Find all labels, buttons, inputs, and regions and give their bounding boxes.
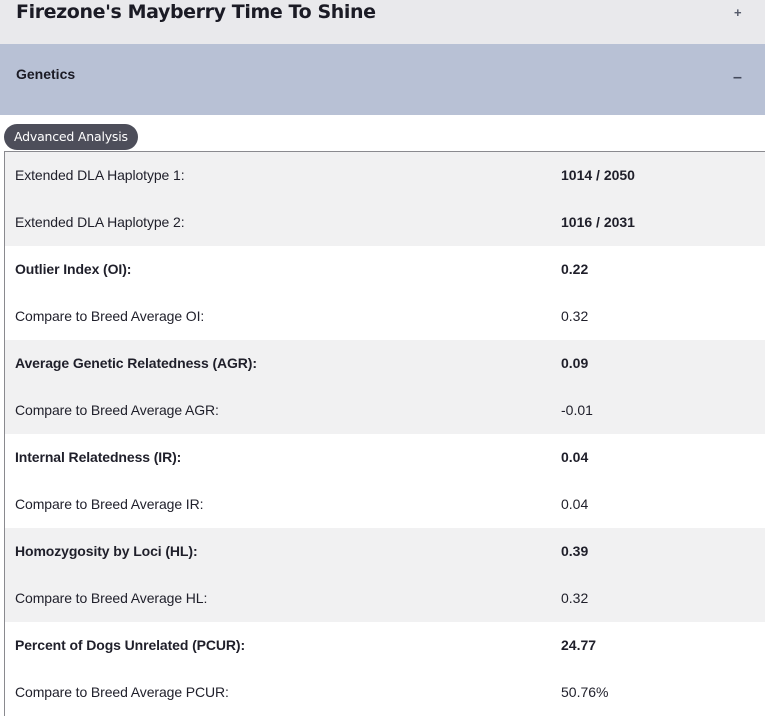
table-row: Compare to Breed Average IR: 0.04 xyxy=(5,481,765,528)
row-value: 0.04 xyxy=(561,449,589,465)
row-value: 0.09 xyxy=(561,355,589,371)
row-value: 1016 / 2031 xyxy=(561,214,635,230)
row-label: Compare to Breed Average IR: xyxy=(15,496,204,512)
row-label: Average Genetic Relatedness (AGR): xyxy=(15,355,257,371)
table-row: Percent of Dogs Unrelated (PCUR): 24.77 xyxy=(5,622,765,669)
row-value: -0.01 xyxy=(561,402,593,418)
expand-icon[interactable]: + xyxy=(734,5,742,20)
table-row: Outlier Index (OI): 0.22 xyxy=(5,246,765,293)
table-row: Compare to Breed Average HL: 0.32 xyxy=(5,575,765,622)
row-label: Homozygosity by Loci (HL): xyxy=(15,543,198,559)
collapse-icon[interactable]: – xyxy=(733,69,742,87)
table-row: Compare to Breed Average PCUR: 50.76% xyxy=(5,669,765,716)
table-row: Extended DLA Haplotype 2: 1016 / 2031 xyxy=(5,199,765,246)
row-label: Compare to Breed Average HL: xyxy=(15,590,208,606)
row-value: 0.04 xyxy=(561,496,589,512)
genetics-table: Extended DLA Haplotype 1: 1014 / 2050 Ex… xyxy=(4,151,765,716)
row-value: 1014 / 2050 xyxy=(561,167,635,183)
genetics-section-header[interactable]: Genetics – xyxy=(0,44,765,115)
row-value: 0.22 xyxy=(561,261,589,277)
row-label: Compare to Breed Average AGR: xyxy=(15,402,219,418)
row-value: 0.32 xyxy=(561,590,589,606)
table-row: Internal Relatedness (IR): 0.04 xyxy=(5,434,765,481)
advanced-analysis-tab[interactable]: Advanced Analysis xyxy=(4,124,138,150)
dog-name-title: Firezone's Mayberry Time To Shine xyxy=(16,1,376,23)
row-label: Extended DLA Haplotype 2: xyxy=(15,214,185,230)
table-row: Compare to Breed Average OI: 0.32 xyxy=(5,293,765,340)
row-label: Extended DLA Haplotype 1: xyxy=(15,167,185,183)
row-label: Percent of Dogs Unrelated (PCUR): xyxy=(15,637,246,653)
row-label: Compare to Breed Average OI: xyxy=(15,308,205,324)
table-row: Homozygosity by Loci (HL): 0.39 xyxy=(5,528,765,575)
row-value: 0.39 xyxy=(561,543,589,559)
row-label: Outlier Index (OI): xyxy=(15,261,132,277)
row-value: 0.32 xyxy=(561,308,589,324)
row-value: 50.76% xyxy=(561,684,609,700)
genetics-section-label: Genetics xyxy=(16,66,76,82)
row-label: Compare to Breed Average PCUR: xyxy=(15,684,229,700)
table-row: Average Genetic Relatedness (AGR): 0.09 xyxy=(5,340,765,387)
row-value: 24.77 xyxy=(561,637,597,653)
dog-header[interactable]: Firezone's Mayberry Time To Shine + xyxy=(0,0,765,44)
row-label: Internal Relatedness (IR): xyxy=(15,449,182,465)
table-row: Compare to Breed Average AGR: -0.01 xyxy=(5,387,765,434)
table-row: Extended DLA Haplotype 1: 1014 / 2050 xyxy=(5,152,765,199)
